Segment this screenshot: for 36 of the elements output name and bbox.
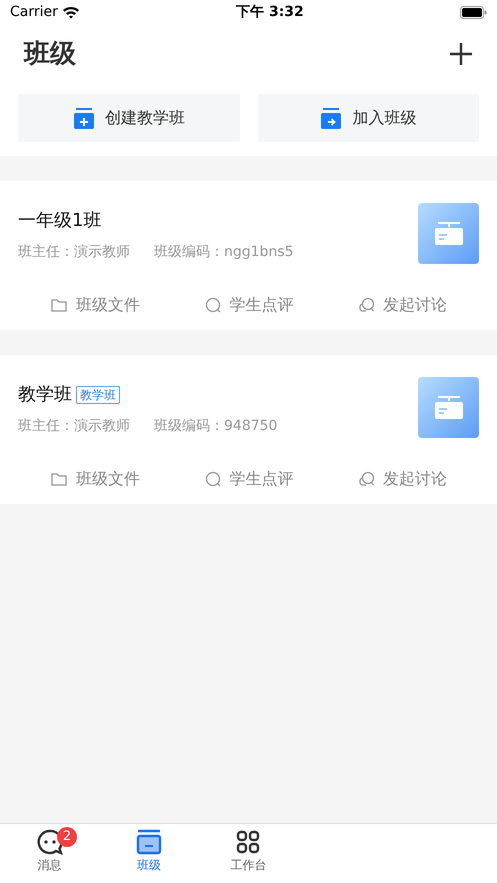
chat-bubbles-icon <box>357 296 376 314</box>
carrier-label: Carrier <box>10 2 58 22</box>
class-files-link[interactable]: 班级文件 <box>18 292 172 318</box>
class-files-link[interactable]: 班级文件 <box>18 466 172 492</box>
student-review-link[interactable]: 学生点评 <box>172 292 326 318</box>
chat-icon <box>36 828 64 856</box>
badge-count: 2 <box>57 827 77 847</box>
join-class-button[interactable]: 加入班级 <box>258 94 479 142</box>
battery-icon <box>460 6 487 18</box>
class-card[interactable]: 教学班 教学班 班主任：演示教师 班级编码：948750 班级文件 学生点评 发起讨论 <box>0 355 497 504</box>
class-code: 班级编码：948750 <box>154 417 278 436</box>
chat-bubbles-icon <box>357 470 376 488</box>
start-discussion-link[interactable]: 发起讨论 <box>325 292 480 318</box>
teacher-label: 班主任：演示教师 <box>18 243 130 262</box>
page-title: 班级 <box>24 38 76 70</box>
class-name: 教学班 <box>18 383 72 407</box>
board-icon <box>135 828 164 856</box>
class-code: 班级编码：ngg1bns5 <box>154 243 294 262</box>
board-icon <box>434 222 464 246</box>
class-card[interactable]: 一年级1班 班主任：演示教师 班级编码：ngg1bns5 班级文件 学生点评 发起讨论 <box>0 181 497 330</box>
plus-icon <box>449 42 473 66</box>
student-review-link[interactable]: 学生点评 <box>172 466 326 492</box>
create-class-button[interactable]: 创建教学班 <box>18 94 240 142</box>
enter-board-icon <box>320 107 342 129</box>
board-icon <box>434 396 464 420</box>
status-time: 下午 3:32 <box>236 2 304 22</box>
tab-item[interactable]: 消息 2 <box>0 824 100 883</box>
add-button[interactable] <box>449 42 473 66</box>
start-discussion-link[interactable]: 发起讨论 <box>325 466 480 492</box>
tab-item[interactable]: 班级 <box>99 824 199 883</box>
tab-item[interactable]: 工作台 <box>198 824 298 883</box>
class-tag: 教学班 <box>76 386 120 404</box>
wifi-icon <box>62 5 80 19</box>
add-board-icon <box>72 107 95 129</box>
class-name: 一年级1班 <box>18 209 102 233</box>
teacher-label: 班主任：演示教师 <box>18 417 130 436</box>
